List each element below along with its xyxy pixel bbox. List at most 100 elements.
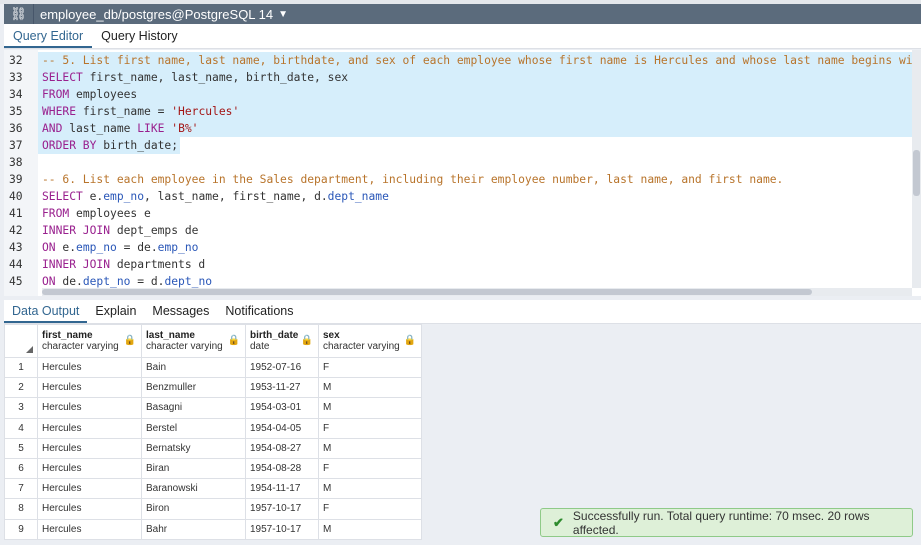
chevron-down-icon[interactable]: ▼ [278, 9, 288, 20]
code-text[interactable]: ORDER BY birth_date; [38, 137, 912, 154]
table-cell[interactable]: 1954-04-05 [245, 417, 319, 439]
column-header-first_name[interactable]: first_name character varying 🔒 [37, 324, 142, 358]
table-cell[interactable]: Berstel [141, 417, 246, 439]
table-cell[interactable]: F [318, 417, 422, 439]
table-cell[interactable]: F [318, 356, 422, 379]
code-line[interactable]: 35 WHERE first_name = 'Hercules' [4, 103, 912, 120]
code-text[interactable]: SELECT e.emp_no, last_name, first_name, … [38, 188, 912, 205]
tab-explain[interactable]: Explain [87, 300, 144, 323]
table-cell[interactable]: Biron [141, 498, 246, 520]
table-cell[interactable]: 1957-10-17 [245, 498, 319, 520]
table-row[interactable]: 7 Hercules Baranowski 1954-11-17 M [4, 478, 422, 500]
code-line[interactable]: 44 INNER JOIN departments d [4, 256, 912, 273]
code-text[interactable]: AND last_name LIKE 'B%' [38, 120, 912, 137]
table-row[interactable]: 3 Hercules Basagni 1954-03-01 M [4, 397, 422, 419]
code-text[interactable]: ON e.emp_no = de.emp_no [38, 239, 912, 256]
code-line[interactable]: 40 SELECT e.emp_no, last_name, first_name… [4, 188, 912, 205]
code-line[interactable]: 37 ORDER BY birth_date; [4, 137, 912, 154]
table-cell[interactable]: M [318, 397, 422, 419]
tab-query-editor[interactable]: Query Editor [4, 24, 93, 48]
table-cell[interactable]: M [318, 518, 422, 540]
table-cell[interactable]: 1952-07-16 [245, 356, 319, 379]
table-cell[interactable]: F [318, 498, 422, 520]
row-number[interactable]: 3 [4, 397, 38, 419]
row-number[interactable]: 4 [4, 417, 38, 439]
table-cell[interactable]: Hercules [37, 498, 142, 520]
code-text[interactable]: FROM employees e [38, 205, 912, 222]
code-text[interactable]: FROM employees [38, 86, 912, 103]
scroll-thumb[interactable] [913, 150, 920, 196]
table-cell[interactable]: M [318, 478, 422, 500]
table-cell[interactable]: Bain [141, 356, 246, 379]
select-all-corner[interactable] [4, 324, 38, 358]
code-token: INNER JOIN [42, 224, 111, 237]
vertical-scrollbar[interactable] [912, 50, 921, 288]
row-number[interactable]: 2 [4, 377, 38, 399]
code-line[interactable]: 41 FROM employees e [4, 205, 912, 222]
code-line[interactable]: 38 [4, 154, 912, 171]
code-line[interactable]: 42 INNER JOIN dept_emps de [4, 222, 912, 239]
code-text[interactable]: SELECT first_name, last_name, birth_date… [38, 69, 912, 86]
table-cell[interactable]: 1957-10-17 [245, 518, 319, 540]
tab-data-output[interactable]: Data Output [4, 300, 88, 323]
table-row[interactable]: 4 Hercules Berstel 1954-04-05 F [4, 417, 422, 439]
code-text[interactable]: INNER JOIN departments d [38, 256, 912, 273]
code-text[interactable]: -- 6. List each employee in the Sales de… [38, 171, 912, 188]
table-cell[interactable]: Hercules [37, 417, 142, 439]
code-line[interactable]: 39 -- 6. List each employee in the Sales … [4, 171, 912, 188]
table-cell[interactable]: 1953-11-27 [245, 377, 319, 399]
table-cell[interactable]: F [318, 457, 422, 480]
table-cell[interactable]: Bernatsky [141, 437, 246, 459]
table-cell[interactable]: M [318, 377, 422, 399]
row-number[interactable]: 8 [4, 498, 38, 520]
scroll-thumb[interactable] [42, 289, 812, 295]
table-cell[interactable]: 1954-08-27 [245, 437, 319, 459]
table-cell[interactable]: 1954-03-01 [245, 397, 319, 419]
table-cell[interactable]: Hercules [37, 457, 142, 480]
table-row[interactable]: 9 Hercules Bahr 1957-10-17 M [4, 518, 422, 540]
table-cell[interactable]: Hercules [37, 478, 142, 500]
table-cell[interactable]: Hercules [37, 377, 142, 399]
sql-editor[interactable]: 32 -- 5. List first name, last name, birt… [4, 50, 921, 296]
code-text[interactable]: INNER JOIN dept_emps de [38, 222, 912, 239]
table-row[interactable]: 1 Hercules Bain 1952-07-16 F [4, 356, 422, 379]
column-header-sex[interactable]: sex character varying 🔒 [318, 324, 422, 358]
code-token: birth_date; [96, 139, 179, 152]
table-cell[interactable]: Hercules [37, 397, 142, 419]
row-number[interactable]: 6 [4, 457, 38, 480]
table-row[interactable]: 8 Hercules Biron 1957-10-17 F [4, 498, 422, 520]
row-number[interactable]: 5 [4, 437, 38, 459]
row-number[interactable]: 1 [4, 356, 38, 379]
table-cell[interactable]: Biran [141, 457, 246, 480]
horizontal-scrollbar[interactable] [42, 288, 912, 296]
table-row[interactable]: 6 Hercules Biran 1954-08-28 F [4, 457, 422, 480]
code-line[interactable]: 33 SELECT first_name, last_name, birth_da… [4, 69, 912, 86]
code-line[interactable]: 43 ON e.emp_no = de.emp_no [4, 239, 912, 256]
code-text[interactable] [38, 154, 912, 171]
table-cell[interactable]: Basagni [141, 397, 246, 419]
code-line[interactable]: 34 FROM employees [4, 86, 912, 103]
table-cell[interactable]: 1954-11-17 [245, 478, 319, 500]
table-cell[interactable]: Hercules [37, 356, 142, 379]
tab-query-history[interactable]: Query History [92, 24, 186, 48]
code-line[interactable]: 32 -- 5. List first name, last name, birt… [4, 52, 912, 69]
table-cell[interactable]: Bahr [141, 518, 246, 540]
table-cell[interactable]: 1954-08-28 [245, 457, 319, 480]
code-text[interactable]: WHERE first_name = 'Hercules' [38, 103, 912, 120]
tab-messages[interactable]: Messages [144, 300, 217, 323]
row-number[interactable]: 9 [4, 518, 38, 540]
code-line[interactable]: 36 AND last_name LIKE 'B%' [4, 120, 912, 137]
connection-title[interactable]: employee_db/postgres@PostgreSQL 14 [34, 7, 273, 22]
table-row[interactable]: 2 Hercules Benzmuller 1953-11-27 M [4, 377, 422, 399]
table-cell[interactable]: Hercules [37, 518, 142, 540]
column-header-last_name[interactable]: last_name character varying 🔒 [141, 324, 246, 358]
row-number[interactable]: 7 [4, 478, 38, 500]
table-cell[interactable]: Baranowski [141, 478, 246, 500]
column-header-birth_date[interactable]: birth_date date 🔒 [245, 324, 319, 358]
tab-notifications[interactable]: Notifications [217, 300, 301, 323]
table-cell[interactable]: M [318, 437, 422, 459]
table-cell[interactable]: Hercules [37, 437, 142, 459]
table-row[interactable]: 5 Hercules Bernatsky 1954-08-27 M [4, 437, 422, 459]
code-text[interactable]: -- 5. List first name, last name, birthd… [38, 52, 912, 69]
table-cell[interactable]: Benzmuller [141, 377, 246, 399]
